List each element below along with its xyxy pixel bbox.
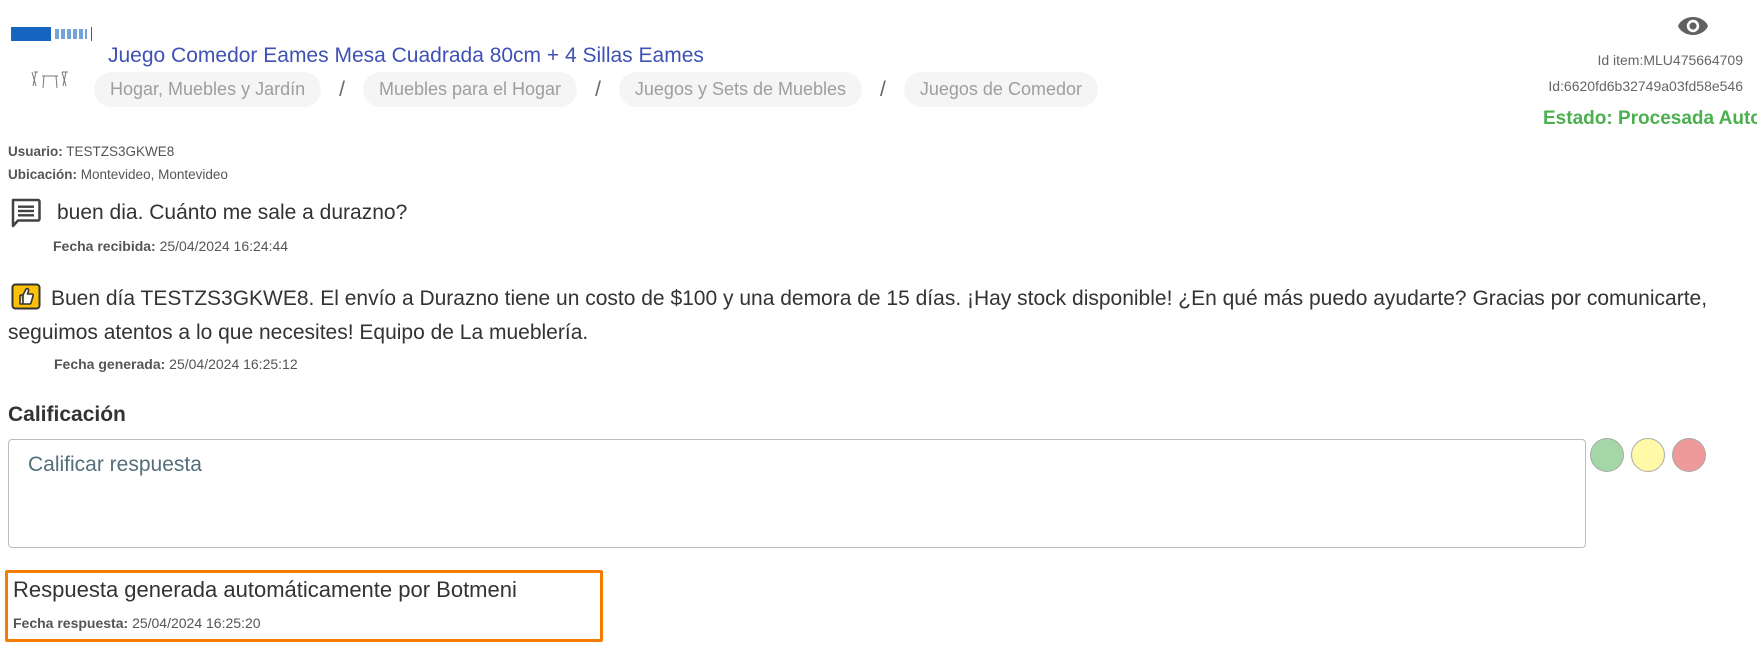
item-id: Id item:MLU475664709 — [1597, 52, 1743, 68]
response-date: Fecha respuesta: 25/04/2024 16:25:20 — [13, 615, 595, 631]
eye-icon[interactable] — [1677, 15, 1709, 37]
user-label: Usuario: — [8, 144, 63, 159]
location-row: Ubicación: Montevideo, Montevideo — [8, 163, 228, 186]
response-date-label: Fecha respuesta: — [13, 615, 129, 631]
rating-red-button[interactable] — [1672, 438, 1706, 472]
location-label: Ubicación: — [8, 167, 78, 182]
thumbs-up-icon — [11, 283, 41, 310]
breadcrumb-separator: / — [339, 77, 345, 101]
answer-date-label: Fecha generada: — [54, 356, 166, 372]
rating-color-options — [1590, 438, 1706, 472]
answer-date: Fecha generada: 25/04/2024 16:25:12 — [54, 356, 298, 372]
chat-icon — [11, 198, 41, 228]
user-info: Usuario: TESTZS3GKWE8 Ubicación: Montevi… — [8, 140, 228, 186]
question-date-value: 25/04/2024 16:24:44 — [159, 238, 289, 254]
answer: Buen día TESTZS3GKWE8. El envío a Durazn… — [8, 282, 1728, 350]
question-date: Fecha recibida: 25/04/2024 16:24:44 — [53, 238, 288, 254]
response-date-value: 25/04/2024 16:25:20 — [132, 615, 261, 631]
breadcrumb-separator: / — [595, 77, 601, 101]
user-value: TESTZS3GKWE8 — [66, 144, 175, 159]
user-row: Usuario: TESTZS3GKWE8 — [8, 140, 228, 163]
response-box: Respuesta generada automáticamente por B… — [5, 570, 603, 642]
breadcrumb-item[interactable]: Juegos de Comedor — [903, 72, 1098, 107]
record-id: Id:6620fd6b32749a03fd58e546 — [1548, 78, 1743, 94]
rating-label: Calificación — [8, 403, 126, 426]
question-text: buen dia. Cuánto me sale a durazno? — [57, 201, 408, 224]
answer-text: Buen día TESTZS3GKWE8. El envío a Durazn… — [8, 287, 1708, 344]
item-title-link[interactable]: Juego Comedor Eames Mesa Cuadrada 80cm +… — [108, 44, 704, 68]
breadcrumb: Hogar, Muebles y Jardín / Muebles para e… — [94, 72, 1098, 107]
rating-input[interactable] — [8, 439, 1586, 548]
question: buen dia. Cuánto me sale a durazno? — [10, 198, 407, 228]
breadcrumb-item[interactable]: Juegos y Sets de Muebles — [618, 72, 863, 107]
status-text: Estado: Procesada Automática — [1543, 108, 1757, 129]
location-value: Montevideo, Montevideo — [80, 167, 228, 182]
breadcrumb-item[interactable]: Muebles para el Hogar — [362, 72, 578, 107]
rating-green-button[interactable] — [1590, 438, 1624, 472]
product-thumbnail — [31, 71, 68, 89]
question-date-label: Fecha recibida: — [53, 238, 156, 254]
rating-yellow-button[interactable] — [1631, 438, 1665, 472]
answer-date-value: 25/04/2024 16:25:12 — [169, 356, 298, 372]
response-title: Respuesta generada automáticamente por B… — [13, 577, 517, 602]
brand-logo — [11, 27, 93, 43]
breadcrumb-item[interactable]: Hogar, Muebles y Jardín — [94, 72, 322, 107]
breadcrumb-separator: / — [880, 77, 886, 101]
